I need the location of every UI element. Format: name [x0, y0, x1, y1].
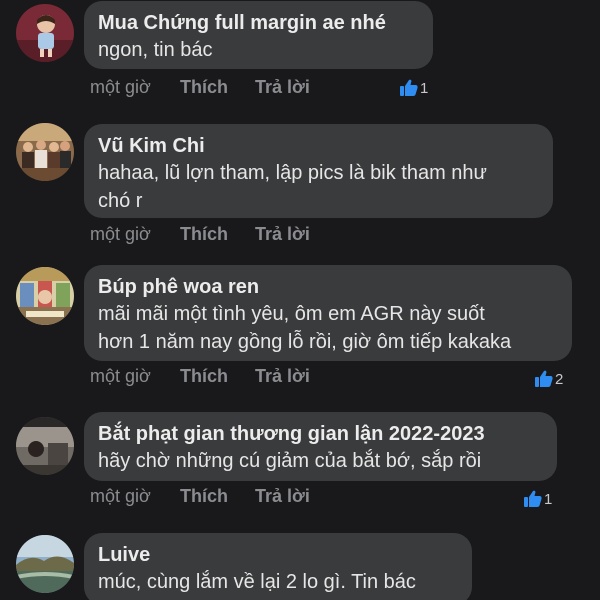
comment-author[interactable]: Mua Chứng full margin ae nhé — [98, 10, 417, 36]
comment-text: hahaa, lũ lợn tham, lập pics là bik tham… — [98, 159, 537, 215]
avatar-image — [16, 123, 74, 181]
comment-timestamp[interactable]: một giờ — [90, 77, 180, 98]
avatar[interactable] — [16, 417, 74, 475]
comment-author[interactable]: Búp phê woa ren — [98, 274, 556, 300]
comment-text: múc, cùng lắm về lại 2 lo gì. Tin bác — [98, 568, 456, 596]
reaction-count[interactable]: 1 — [523, 488, 552, 510]
avatar-image — [16, 4, 74, 62]
like-button[interactable]: Thích — [180, 366, 255, 387]
comment-bubble: Luive múc, cùng lắm về lại 2 lo gì. Tin … — [84, 533, 472, 600]
reaction-count-value: 1 — [544, 490, 553, 508]
comment-text-line: ngon, tin bác — [98, 39, 213, 61]
comment-actions: một giờ Thích Trả lời — [90, 364, 310, 388]
reply-button[interactable]: Trả lời — [255, 366, 310, 387]
comment-feed: Mua Chứng full margin ae nhé ngon, tin b… — [0, 0, 600, 600]
like-button[interactable]: Thích — [180, 224, 255, 245]
reaction-count[interactable]: 2 — [534, 368, 563, 390]
comment-item: Luive múc, cùng lắm về lại 2 lo gì. Tin … — [0, 530, 600, 600]
comment-author[interactable]: Bắt phạt gian thương gian lận 2022-2023 — [98, 421, 541, 447]
comment-text-line: mãi mãi một tình yêu, ôm em AGR này suốt — [98, 303, 485, 325]
comment-text-line: chó r — [98, 190, 143, 212]
like-button[interactable]: Thích — [180, 486, 255, 507]
comment-text-line: hahaa, lũ lợn tham, lập pics là bik tham… — [98, 162, 487, 184]
comment-actions: một giờ Thích Trả lời — [90, 222, 310, 246]
reply-button[interactable]: Trả lời — [255, 77, 310, 98]
comment-text: mãi mãi một tình yêu, ôm em AGR này suốt… — [98, 300, 556, 356]
comment-timestamp[interactable]: một giờ — [90, 366, 180, 387]
avatar-image — [16, 535, 74, 593]
reply-button[interactable]: Trả lời — [255, 224, 310, 245]
comment-text-line: hơn 1 năm nay gồng lỗ rồi, giờ ôm tiếp k… — [98, 331, 512, 353]
comment-timestamp[interactable]: một giờ — [90, 224, 180, 245]
comment-bubble: Bắt phạt gian thương gian lận 2022-2023 … — [84, 412, 557, 481]
comment-text: hãy chờ những cú giảm của bắt bớ, sắp rồ… — [98, 447, 541, 475]
comment-item: Búp phê woa ren mãi mãi một tình yêu, ôm… — [0, 260, 600, 405]
comment-author[interactable]: Vũ Kim Chi — [98, 133, 537, 159]
comment-author[interactable]: Luive — [98, 542, 456, 568]
thumbs-up-icon — [524, 490, 542, 507]
avatar[interactable] — [16, 267, 74, 325]
avatar[interactable] — [16, 123, 74, 181]
comment-bubble: Búp phê woa ren mãi mãi một tình yêu, ôm… — [84, 265, 572, 361]
comment-actions: một giờ Thích Trả lời — [90, 75, 310, 99]
like-button[interactable]: Thích — [180, 77, 255, 98]
comment-text-line: múc, cùng lắm về lại 2 lo gì. Tin bác — [98, 571, 416, 593]
thumbs-up-icon — [535, 370, 553, 387]
comment-bubble: Vũ Kim Chi hahaa, lũ lợn tham, lập pics … — [84, 124, 553, 218]
avatar-image — [16, 417, 74, 475]
comment-actions: một giờ Thích Trả lời — [90, 484, 310, 508]
comment-item: Bắt phạt gian thương gian lận 2022-2023 … — [0, 405, 600, 530]
avatar-image — [16, 267, 74, 325]
reaction-count-value: 1 — [420, 79, 429, 97]
thumbs-up-icon — [400, 79, 418, 96]
comment-timestamp[interactable]: một giờ — [90, 486, 180, 507]
reaction-count[interactable]: 1 — [399, 77, 428, 99]
comment-bubble: Mua Chứng full margin ae nhé ngon, tin b… — [84, 1, 433, 69]
comment-item: Vũ Kim Chi hahaa, lũ lợn tham, lập pics … — [0, 120, 600, 260]
reply-button[interactable]: Trả lời — [255, 486, 310, 507]
avatar[interactable] — [16, 4, 74, 62]
reaction-count-value: 2 — [555, 370, 564, 388]
comment-text: ngon, tin bác — [98, 36, 417, 64]
comment-item: Mua Chứng full margin ae nhé ngon, tin b… — [0, 0, 600, 120]
comment-text-line: hãy chờ những cú giảm của bắt bớ, sắp rồ… — [98, 450, 482, 472]
avatar[interactable] — [16, 535, 74, 593]
